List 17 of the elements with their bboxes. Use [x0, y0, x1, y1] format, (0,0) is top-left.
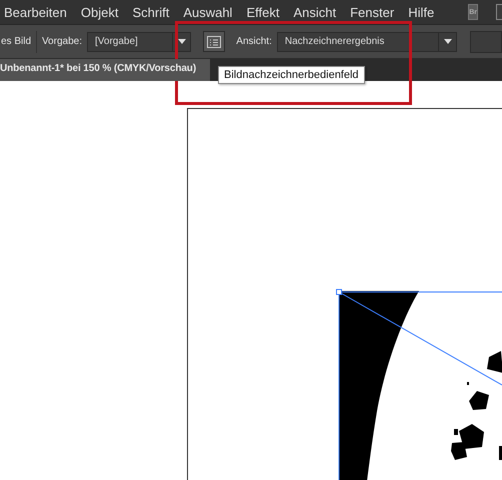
menu-item[interactable]: Effekt — [246, 4, 280, 20]
menu-item[interactable]: Fenster — [350, 4, 394, 20]
menu-item[interactable]: Objekt — [80, 4, 118, 20]
menu-item[interactable]: Ansicht — [293, 4, 336, 20]
document-tab[interactable]: Unbenannt-1* bei 150 % (CMYK/Vorschau) — [0, 59, 210, 81]
panel-button[interactable] — [203, 31, 226, 52]
menu-item[interactable]: Hilfe — [408, 4, 434, 20]
view-label: Ansicht: — [236, 36, 272, 47]
menu-item[interactable]: Bearbeiten — [4, 4, 67, 20]
menu-item[interactable]: Auswahl — [183, 4, 232, 20]
tooltip: Bildnachzeichnerbedienfeld — [218, 66, 365, 84]
preset-dropdown[interactable]: [Vorgabe] — [86, 32, 192, 52]
preset-label: Vorgabe: — [42, 36, 82, 47]
list-panel-icon — [207, 36, 222, 48]
control-label: es Bild — [1, 36, 32, 47]
menu-item[interactable]: Schrift — [132, 4, 170, 20]
view-dropdown[interactable]: Nachzeichnerergebnis — [276, 32, 458, 52]
